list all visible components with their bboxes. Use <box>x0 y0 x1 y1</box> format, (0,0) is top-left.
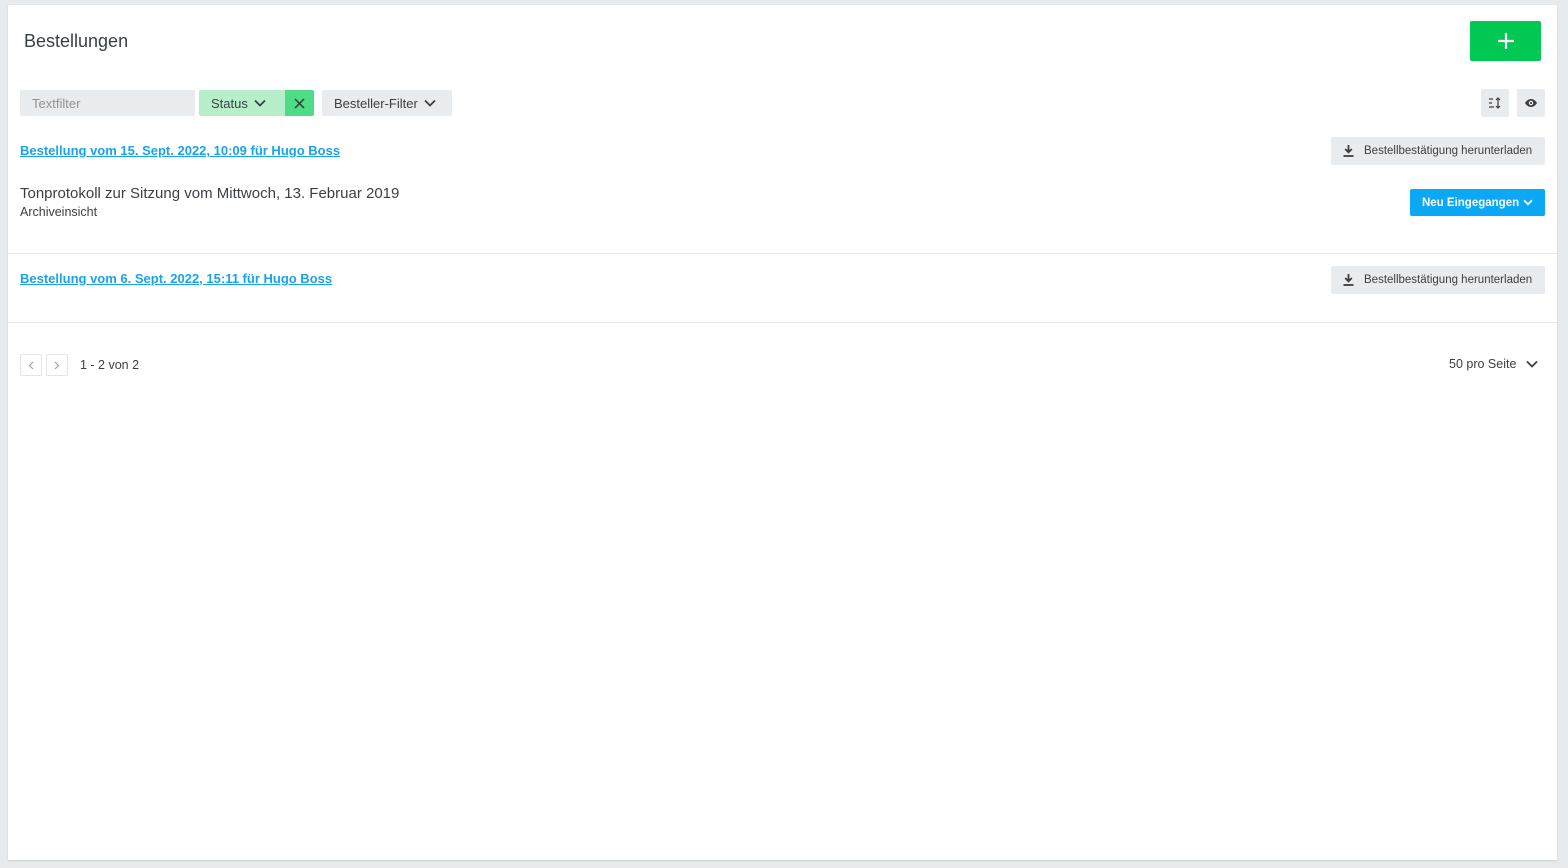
prev-page-button[interactable] <box>20 354 42 376</box>
besteller-filter-dropdown[interactable]: Besteller-Filter <box>322 90 452 116</box>
order-item-subtitle: Archiveinsicht <box>20 205 98 219</box>
download-label: Bestellbestätigung herunterladen <box>1364 145 1533 157</box>
divider <box>8 253 1557 254</box>
chevron-right-icon <box>54 361 60 370</box>
plus-icon <box>1497 33 1514 49</box>
text-filter-input[interactable] <box>20 90 195 116</box>
status-filter-label: Status <box>211 95 248 111</box>
eye-icon <box>1524 98 1538 108</box>
chevron-down-icon <box>1523 199 1533 206</box>
view-toggle-button[interactable] <box>1517 89 1545 117</box>
chevron-left-icon <box>28 361 34 370</box>
status-filter-dropdown[interactable]: Status <box>199 90 285 116</box>
order-link[interactable]: Bestellung vom 15. Sept. 2022, 10:09 für… <box>20 143 340 158</box>
order-item-status-dropdown[interactable]: Neu Eingegangen <box>1410 189 1545 216</box>
status-filter-clear-button[interactable] <box>285 90 314 116</box>
download-icon <box>1343 274 1354 286</box>
besteller-filter-label: Besteller-Filter <box>334 95 418 111</box>
download-icon <box>1343 145 1354 157</box>
per-page-dropdown[interactable]: 50 pro Seite <box>1449 357 1539 371</box>
pagination-range: 1 - 2 von 2 <box>80 358 140 372</box>
close-icon <box>294 97 305 109</box>
filter-bar: Status Besteller-Filter <box>20 90 452 116</box>
per-page-label: 50 pro Seite <box>1449 357 1517 371</box>
sort-button[interactable] <box>1481 89 1509 117</box>
order-link[interactable]: Bestellung vom 6. Sept. 2022, 15:11 für … <box>20 271 332 286</box>
add-order-button[interactable] <box>1470 21 1541 61</box>
divider <box>8 322 1557 323</box>
download-label: Bestellbestätigung herunterladen <box>1364 274 1533 286</box>
orders-panel: Bestellungen Status Besteller-Filter <box>8 5 1557 860</box>
chevron-down-icon <box>424 99 436 107</box>
chevron-down-icon <box>254 99 266 107</box>
order-item-title: Tonprotokoll zur Sitzung vom Mittwoch, 1… <box>20 185 400 202</box>
status-label: Neu Eingegangen <box>1422 196 1520 209</box>
page-title: Bestellungen <box>24 31 129 51</box>
next-page-button[interactable] <box>46 354 68 376</box>
sort-icon <box>1488 97 1502 109</box>
chevron-down-icon <box>1526 360 1539 368</box>
download-confirmation-button[interactable]: Bestellbestätigung herunterladen <box>1331 266 1545 294</box>
download-confirmation-button[interactable]: Bestellbestätigung herunterladen <box>1331 137 1545 165</box>
